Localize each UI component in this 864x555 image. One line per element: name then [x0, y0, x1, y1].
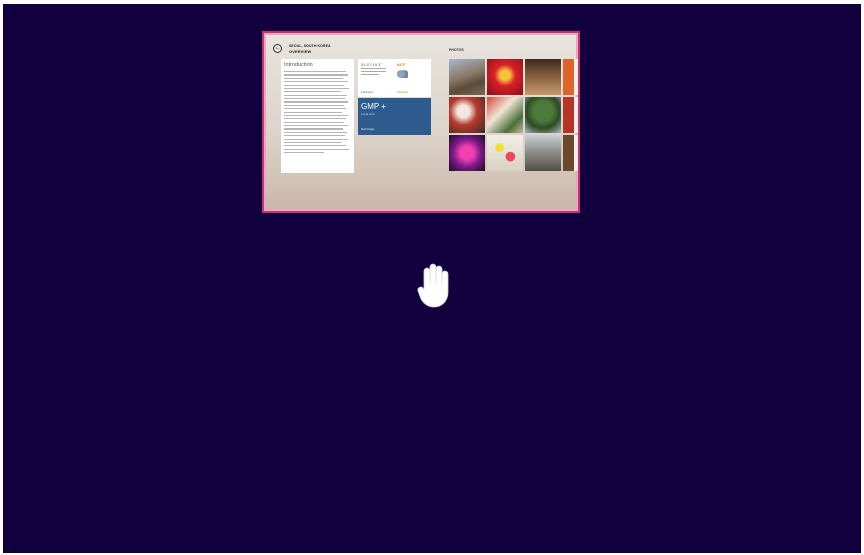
app-location-title: SEOUL, SOUTH KOREA — [289, 44, 331, 48]
introduction-heading: Introduction — [284, 62, 313, 68]
cloud-icon — [396, 70, 408, 78]
timezone-subtitle: Local time — [361, 112, 375, 116]
photos-heading: PHOTOS — [449, 48, 464, 52]
dragged-app-thumbnail[interactable]: ← SEOUL, SOUTH KOREA OVERVIEW Introducti… — [262, 31, 580, 213]
maps-link[interactable]: Get maps — [361, 127, 374, 131]
photo-thumbnail[interactable] — [563, 59, 578, 95]
weather-tile[interactable]: 31.4°/ 19.3° 84°F Forecast Weather — [358, 59, 431, 97]
app-section-title: OVERVIEW — [289, 49, 312, 54]
photo-thumbnail[interactable] — [449, 59, 485, 95]
photo-thumbnail[interactable] — [525, 59, 561, 95]
weather-temperature: 84°F — [397, 62, 406, 67]
app-header: SEOUL, SOUTH KOREA OVERVIEW — [289, 44, 331, 54]
photo-thumbnail[interactable] — [563, 135, 578, 171]
start-screen-background: ← SEOUL, SOUTH KOREA OVERVIEW Introducti… — [3, 4, 861, 553]
weather-summary: 31.4°/ 19.3° — [361, 62, 382, 67]
photo-grid — [449, 59, 578, 173]
forecast-link[interactable]: Forecast — [361, 90, 373, 94]
timezone-label: GMP + — [361, 102, 386, 111]
photo-thumbnail[interactable] — [525, 97, 561, 133]
photo-thumbnail[interactable] — [487, 97, 523, 133]
weather-link[interactable]: Weather — [397, 90, 408, 94]
back-arrow-icon[interactable]: ← — [273, 44, 282, 53]
photo-thumbnail[interactable] — [563, 97, 578, 133]
photo-thumbnail[interactable] — [487, 59, 523, 95]
photo-thumbnail[interactable] — [449, 97, 485, 133]
timezone-tile[interactable]: GMP + Local time Get maps — [358, 98, 431, 135]
photo-thumbnail[interactable] — [525, 135, 561, 171]
introduction-panel: Introduction — [281, 59, 354, 173]
photo-thumbnail[interactable] — [487, 135, 523, 171]
introduction-text — [284, 71, 351, 154]
open-hand-cursor-icon — [417, 263, 449, 308]
photo-thumbnail[interactable] — [449, 135, 485, 171]
